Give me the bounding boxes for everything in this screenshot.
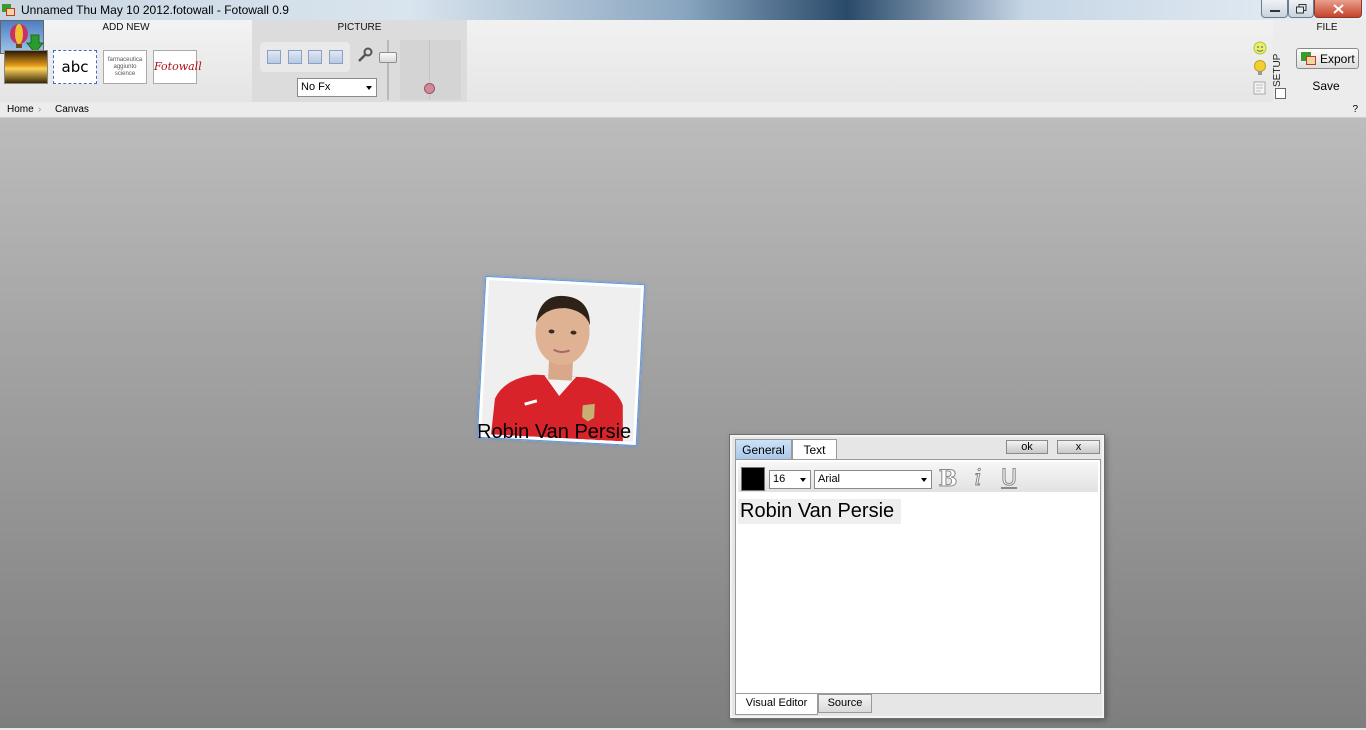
file-header: FILE	[1316, 22, 1338, 33]
canvas-area[interactable]	[0, 118, 1366, 730]
add-text-button[interactable]: abc	[53, 50, 97, 84]
text-editor-dialog: General Text ok x 16 Arial B i U Robin V…	[730, 435, 1104, 718]
add-fotowall-button[interactable]: Fotowall	[153, 50, 202, 84]
tab-visual-editor[interactable]: Visual Editor	[735, 694, 818, 715]
settings-page-icon	[1253, 81, 1266, 95]
text-color-picker[interactable]	[741, 467, 765, 491]
send-to-back-icon[interactable]	[328, 50, 343, 64]
breadcrumb-separator-icon: ›	[38, 104, 42, 115]
breadcrumb: Home › Canvas ?	[0, 102, 1366, 118]
perspective-pad[interactable]	[400, 40, 461, 100]
breadcrumb-home[interactable]: Home	[7, 103, 34, 116]
opacity-slider-handle[interactable]	[379, 52, 397, 63]
player-photo	[481, 280, 641, 442]
italic-button[interactable]: i	[966, 466, 990, 491]
minimize-icon	[1269, 9, 1280, 12]
picture-header: PICTURE	[337, 22, 382, 33]
rich-text-area[interactable]: Robin Van Persie	[738, 499, 902, 524]
ok-button[interactable]: ok	[1006, 440, 1048, 454]
photo-caption[interactable]: Robin Van Persie	[477, 421, 631, 444]
close-icon	[1332, 3, 1344, 14]
ribbon: ADD NEW abc farmaceutica aggiunto scienc…	[0, 20, 1366, 102]
lower-icon[interactable]	[308, 50, 323, 64]
chevron-down-icon	[366, 86, 372, 90]
smiley-icon	[1253, 41, 1267, 55]
close-dialog-button[interactable]: x	[1057, 440, 1100, 454]
setup-label: SETUP	[1272, 53, 1283, 87]
window-title: Unnamed Thu May 10 2012.fotowall - Fotow…	[21, 3, 289, 17]
chevron-down-icon	[800, 478, 806, 482]
export-button[interactable]: Export	[1296, 48, 1359, 69]
effects-select-value: No Fx	[301, 81, 331, 93]
export-icon	[1301, 51, 1316, 65]
editor-body: 16 Arial B i U Robin Van Persie	[735, 459, 1101, 694]
help-button[interactable]: ?	[1352, 103, 1358, 116]
maximize-button[interactable]	[1288, 0, 1314, 18]
font-size-select[interactable]: 16	[769, 470, 811, 489]
minimize-button[interactable]	[1261, 0, 1288, 18]
arrange-buttons	[260, 42, 350, 72]
export-label: Export	[1320, 51, 1355, 66]
add-picture-button[interactable]	[4, 50, 48, 84]
font-family-value: Arial	[818, 473, 841, 485]
add-wordcloud-button[interactable]: farmaceutica aggiunto science	[103, 50, 147, 84]
tab-text[interactable]: Text	[792, 439, 837, 459]
underline-button[interactable]: U	[997, 466, 1021, 491]
effects-select[interactable]: No Fx	[297, 78, 377, 97]
save-button[interactable]: Save	[1296, 77, 1356, 95]
font-family-select[interactable]: Arial	[814, 470, 932, 489]
tab-source[interactable]: Source	[818, 694, 872, 713]
format-toolbar: 16 Arial B i U	[738, 462, 1098, 492]
close-button[interactable]	[1314, 0, 1362, 18]
add-new-header: ADD NEW	[102, 22, 150, 33]
lightbulb-icon	[1254, 60, 1266, 75]
perspective-handle[interactable]	[424, 83, 435, 94]
setup-icons	[1253, 41, 1267, 95]
tab-general[interactable]: General	[735, 439, 792, 459]
chevron-down-icon	[921, 478, 927, 482]
wrench-icon[interactable]	[357, 47, 373, 63]
bring-to-front-icon[interactable]	[267, 50, 282, 64]
app-icon	[2, 4, 15, 16]
raise-icon[interactable]	[287, 50, 302, 64]
breadcrumb-canvas[interactable]: Canvas	[55, 103, 89, 116]
person-portrait-icon	[481, 280, 641, 442]
title-bar: Unnamed Thu May 10 2012.fotowall - Fotow…	[0, 0, 1366, 20]
setup-checkbox[interactable]	[1275, 88, 1286, 99]
font-size-value: 16	[773, 473, 786, 485]
add-new-group: ADD NEW abc farmaceutica aggiunto scienc…	[0, 20, 252, 102]
opacity-slider-track[interactable]	[387, 40, 389, 100]
restore-icon	[1295, 3, 1306, 13]
ribbon-spacer	[467, 20, 1273, 102]
bold-button[interactable]: B	[936, 467, 960, 492]
